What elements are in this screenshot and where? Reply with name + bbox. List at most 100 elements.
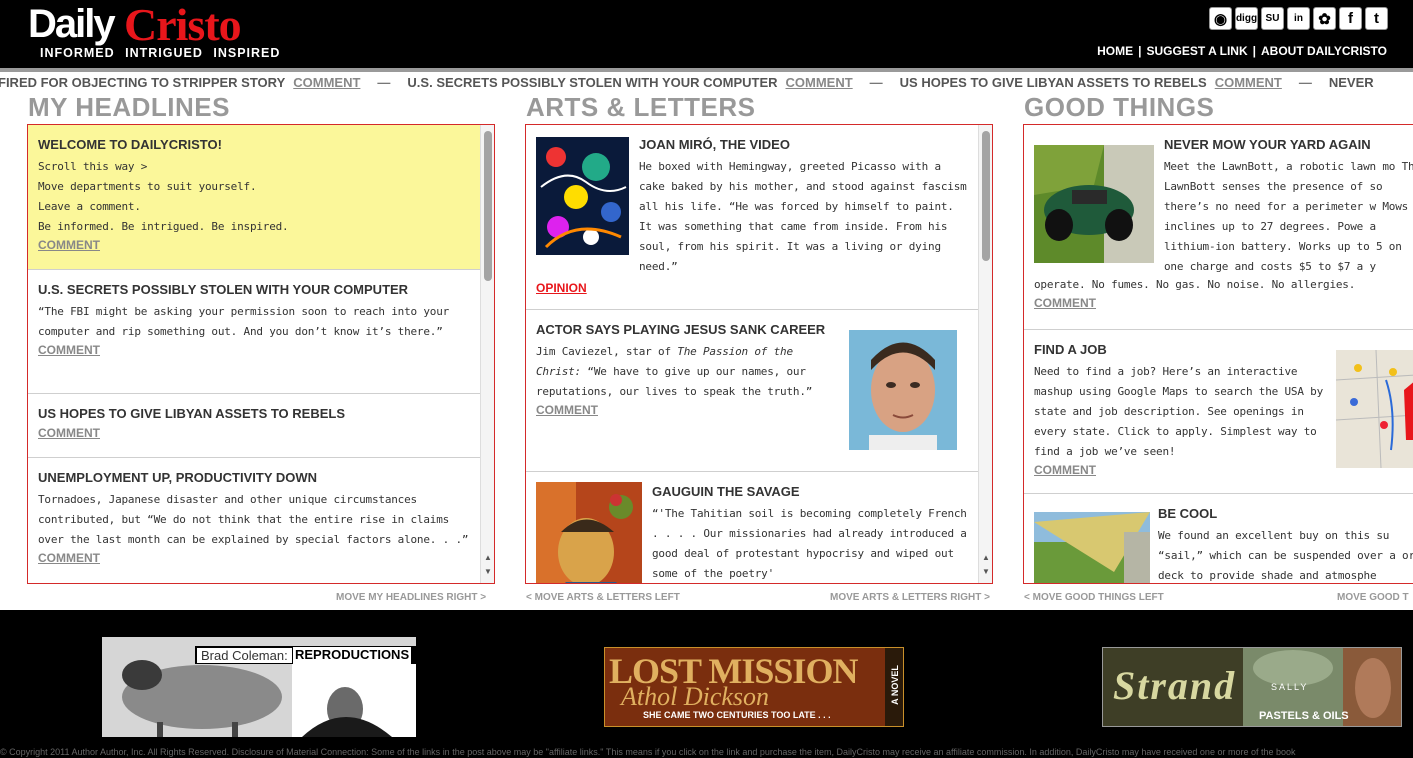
ticker-item[interactable]: US HOPES TO GIVE LIBYAN ASSETS TO REBELS <box>900 75 1207 90</box>
move-good-things-left[interactable]: < MOVE GOOD THINGS LEFT <box>1024 592 1164 603</box>
move-arts-letters-right[interactable]: MOVE ARTS & LETTERS RIGHT > <box>830 592 990 603</box>
headline-title[interactable]: U.S. SECRETS POSSIBLY STOLEN WITH YOUR C… <box>38 282 471 297</box>
copyright-disclosure: © Copyright 2011 Author Author, Inc. All… <box>0 747 1296 757</box>
job-map-image[interactable] <box>1336 350 1413 468</box>
comment-link[interactable]: COMMENT <box>536 403 841 417</box>
comment-link[interactable]: COMMENT <box>38 426 471 440</box>
arts-item-gauguin: GAUGUIN THE SAVAGE “'The Tahitian soil i… <box>526 472 979 583</box>
ticker-separator: — <box>869 75 883 90</box>
ticker-separator: — <box>377 75 391 90</box>
news-ticker: N FIRED FOR OBJECTING TO STRIPPER STORY C… <box>0 74 1413 92</box>
ad-strand-signature: Strand <box>1113 663 1237 708</box>
ad-novel-strip: A NOVEL <box>885 648 903 726</box>
arts-title[interactable]: JOAN MIRÓ, THE VIDEO <box>639 137 969 152</box>
scroll-down-arrow[interactable]: ▼ <box>981 567 991 577</box>
opinion-link[interactable]: OPINION <box>536 281 587 295</box>
comment-link[interactable]: COMMENT <box>1034 463 1329 477</box>
welcome-line: Move departments to suit yourself. <box>38 180 257 193</box>
scroll-down-arrow[interactable]: ▼ <box>483 567 493 577</box>
good-text: We found an excellent buy on this su “sa… <box>1158 529 1413 582</box>
site-tagline: INFORMED INTRIGUED INSPIRED <box>40 46 281 60</box>
gauguin-painting-image[interactable] <box>536 482 642 583</box>
scrollbar-thumb[interactable] <box>982 131 990 261</box>
good-title[interactable]: NEVER MOW YOUR YARD AGAIN <box>1164 137 1413 152</box>
headline-text: “The FBI might be asking your permission… <box>38 305 450 338</box>
top-nav: HOME | SUGGEST A LINK | ABOUT DAILYCRISTO <box>1097 44 1387 58</box>
logo-daily-text: Daily <box>28 2 116 46</box>
headline-title[interactable]: WELCOME TO DAILYCRISTO! <box>38 137 471 152</box>
lawnbott-image[interactable] <box>1034 145 1154 263</box>
shade-sail-image[interactable] <box>1034 512 1150 583</box>
headline-item: U.S. SECRETS POSSIBLY STOLEN WITH YOUR C… <box>28 270 481 394</box>
rss-icon[interactable]: ◉ <box>1209 7 1232 30</box>
headline-welcome: WELCOME TO DAILYCRISTO! Scroll this way … <box>28 125 481 270</box>
nav-home[interactable]: HOME <box>1097 44 1133 58</box>
miro-painting-image[interactable] <box>536 137 629 255</box>
good-text: Meet the LawnBott, a robotic lawn mo The… <box>1164 160 1413 273</box>
panel-arts-letters: JOAN MIRÓ, THE VIDEO He boxed with Hemin… <box>525 124 993 584</box>
move-good-things-right[interactable]: MOVE GOOD T <box>1337 592 1409 603</box>
ad-pastels-oils: PASTELS & OILS <box>1259 710 1349 722</box>
ad-athol-dickson: Athol Dickson <box>621 682 770 711</box>
good-item-lawnbott: NEVER MOW YOUR YARD AGAIN Meet the LawnB… <box>1024 125 1413 330</box>
scrollbar-thumb[interactable] <box>484 131 492 281</box>
ad-lost-mission-tagline: SHE CAME TWO CENTURIES TOO LATE . . . <box>643 710 831 720</box>
headline-title[interactable]: US HOPES TO GIVE LIBYAN ASSETS TO REBELS <box>38 406 471 421</box>
ticker-comment-link[interactable]: COMMENT <box>786 75 853 90</box>
ad-sally-strand[interactable]: Strand SALLY PASTELS & OILS <box>1102 647 1402 727</box>
headline-title[interactable]: UNEMPLOYMENT UP, PRODUCTIVITY DOWN <box>38 470 471 485</box>
site-header: Daily Cristo INFORMED INTRIGUED INSPIRED… <box>0 0 1413 68</box>
comment-link[interactable]: COMMENT <box>1034 296 1413 310</box>
welcome-line: Leave a comment. <box>38 200 141 213</box>
digg-icon[interactable]: digg <box>1235 7 1258 30</box>
arts-text: He boxed with Hemingway, greeted Picasso… <box>639 160 967 273</box>
scrollbar[interactable]: ▲ ▼ <box>978 125 992 583</box>
comment-link[interactable]: COMMENT <box>38 551 471 565</box>
arts-item-caviezel: ACTOR SAYS PLAYING JESUS SANK CAREER Jim… <box>526 310 979 472</box>
site-logo[interactable]: Daily Cristo INFORMED INTRIGUED INSPIRED <box>28 0 318 64</box>
facebook-icon[interactable]: f <box>1339 7 1362 30</box>
arts-text: “'The Tahitian soil is becoming complete… <box>652 507 967 580</box>
panel-my-headlines: WELCOME TO DAILYCRISTO! Scroll this way … <box>27 124 495 584</box>
caviezel-photo[interactable] <box>849 330 957 450</box>
ticker-comment-link[interactable]: COMMENT <box>293 75 360 90</box>
arts-text-part: Jim Caviezel, star of <box>536 345 678 358</box>
panel-good-things: NEVER MOW YOUR YARD AGAIN Meet the LawnB… <box>1023 124 1413 584</box>
delicious-icon[interactable]: ✿ <box>1313 7 1336 30</box>
arts-title[interactable]: GAUGUIN THE SAVAGE <box>652 484 970 499</box>
good-title[interactable]: FIND A JOB <box>1034 342 1329 357</box>
nav-about[interactable]: ABOUT DAILYCRISTO <box>1261 44 1387 58</box>
arts-title[interactable]: ACTOR SAYS PLAYING JESUS SANK CAREER <box>536 322 841 337</box>
column-title-my-headlines: MY HEADLINES <box>28 92 230 122</box>
move-arts-letters-left[interactable]: < MOVE ARTS & LETTERS LEFT <box>526 592 680 603</box>
twitter-icon[interactable]: t <box>1365 7 1388 30</box>
comment-link[interactable]: COMMENT <box>38 238 471 252</box>
logo-cristo-text: Cristo <box>124 0 242 50</box>
nav-suggest-link[interactable]: SUGGEST A LINK <box>1147 44 1248 58</box>
column-title-good-things: GOOD THINGS <box>1024 92 1215 122</box>
ad-sally-label: SALLY <box>1271 682 1309 692</box>
welcome-line: Be informed. Be intrigued. Be inspired. <box>38 220 289 233</box>
stumbleupon-icon[interactable]: SU <box>1261 7 1284 30</box>
ad-novel-label: A NOVEL <box>890 665 900 705</box>
ad-brad-reproductions: REPRODUCTIONS <box>293 647 412 664</box>
ticker-item[interactable]: U.S. SECRETS POSSIBLY STOLEN WITH YOUR C… <box>407 75 777 90</box>
ad-brad-banner: Brad Coleman: REPRODUCTIONS <box>195 646 416 664</box>
good-item-be-cool: BE COOL We found an excellent buy on thi… <box>1024 494 1413 583</box>
ticker-separator: — <box>1298 75 1312 90</box>
ad-lost-mission[interactable]: LOST MISSION Athol Dickson SHE CAME TWO … <box>604 647 904 727</box>
ticker-item[interactable]: N FIRED FOR OBJECTING TO STRIPPER STORY <box>0 75 285 90</box>
scrollbar[interactable]: ▲ ▼ <box>480 125 494 583</box>
headline-text: Tornadoes, Japanese disaster and other u… <box>38 493 469 546</box>
ticker-comment-link[interactable]: COMMENT <box>1215 75 1282 90</box>
scroll-up-arrow[interactable]: ▲ <box>483 553 493 563</box>
comment-link[interactable]: COMMENT <box>38 343 471 357</box>
move-my-headlines-right[interactable]: MOVE MY HEADLINES RIGHT > <box>336 592 486 603</box>
good-title[interactable]: BE COOL <box>1158 506 1413 521</box>
social-icons: ◉ digg SU in ✿ f t <box>1209 7 1388 30</box>
ticker-item[interactable]: NEVER <box>1329 75 1374 90</box>
arts-text: Jim Caviezel, star of The Passion of the… <box>536 342 841 402</box>
linkedin-icon[interactable]: in <box>1287 7 1310 30</box>
ad-brad-coleman[interactable]: Brad Coleman: REPRODUCTIONS <box>102 637 416 737</box>
scroll-up-arrow[interactable]: ▲ <box>981 553 991 563</box>
